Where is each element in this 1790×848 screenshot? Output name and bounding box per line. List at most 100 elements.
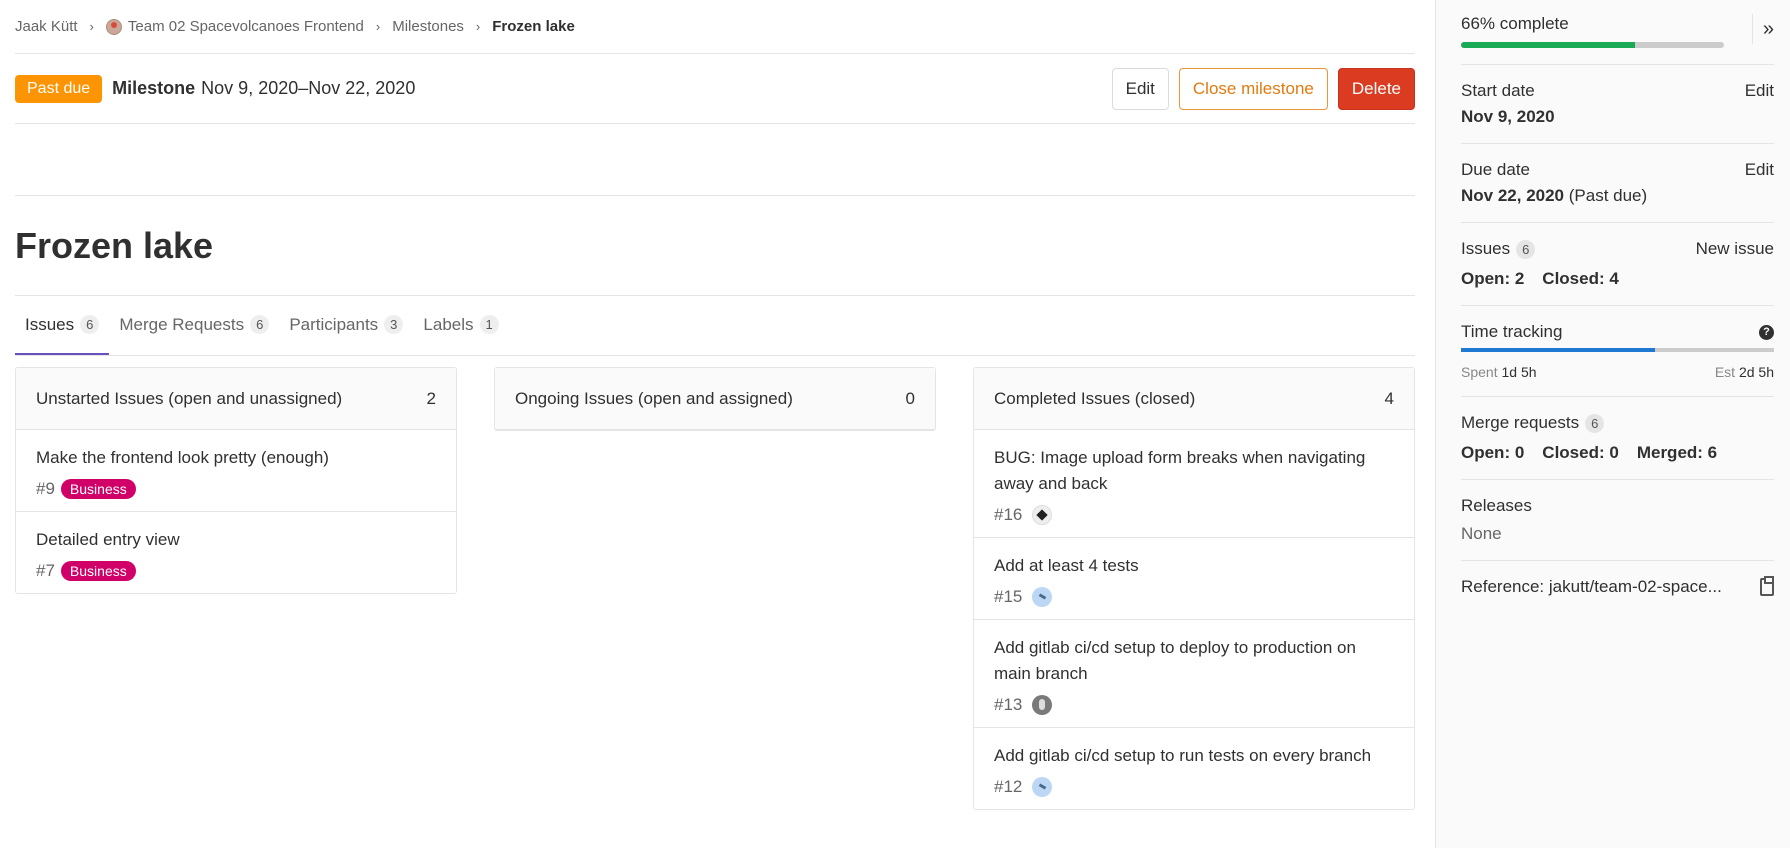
breadcrumb-user[interactable]: Jaak Kütt xyxy=(15,18,78,35)
start-date-label: Start date xyxy=(1461,81,1535,100)
right-sidebar: 66% complete » Start date Edit Nov 9, 20… xyxy=(1435,0,1790,848)
board-completed: Completed Issues (closed) 4 BUG: Image u… xyxy=(973,367,1415,810)
tab-merge-requests[interactable]: Merge Requests 6 xyxy=(109,296,279,355)
issue-item: Make the frontend look pretty (enough) #… xyxy=(16,430,456,512)
tab-count: 6 xyxy=(80,315,100,334)
assignee-avatar[interactable] xyxy=(1032,777,1053,797)
issues-closed[interactable]: Closed: 4 xyxy=(1542,269,1619,289)
assignee-avatar[interactable] xyxy=(1032,505,1053,525)
start-date-block: Start date Edit Nov 9, 2020 xyxy=(1461,65,1774,144)
time-tracking-bar xyxy=(1461,348,1774,352)
breadcrumb-milestones[interactable]: Milestones xyxy=(392,18,464,35)
issue-meta: #7 Business xyxy=(36,561,436,581)
tab-count: 1 xyxy=(479,315,499,334)
status-badge: Past due xyxy=(15,74,103,103)
issue-item: Add gitlab ci/cd setup to run tests on e… xyxy=(974,728,1414,809)
issue-label[interactable]: Business xyxy=(60,479,136,499)
issue-title[interactable]: BUG: Image upload form breaks when navig… xyxy=(994,448,1365,493)
progress-label: 66% complete xyxy=(1461,14,1569,33)
issue-meta: #12 xyxy=(994,777,1394,797)
mr-merged[interactable]: Merged: 6 xyxy=(1637,443,1717,463)
tab-label: Participants xyxy=(289,314,379,334)
breadcrumb: Jaak Kütt › Team 02 Spacevolcanoes Front… xyxy=(15,0,1415,54)
start-date-value: Nov 9, 2020 xyxy=(1461,107,1555,126)
edit-start-date-link[interactable]: Edit xyxy=(1745,81,1774,101)
milestone-label: Milestone xyxy=(112,78,196,98)
title-row: Frozen lake xyxy=(15,196,1415,296)
releases-block: Releases None xyxy=(1461,480,1774,561)
time-tracking-fill xyxy=(1461,348,1656,352)
tab-label: Issues xyxy=(25,314,75,334)
issue-title[interactable]: Detailed entry view xyxy=(36,530,180,549)
issue-ref: #7 xyxy=(36,561,55,580)
issue-item: Detailed entry view #7 Business xyxy=(16,512,456,593)
issue-ref: #12 xyxy=(994,777,1023,796)
time-tracking-block: Time tracking ? Spent 1d 5h Est 2d 5h xyxy=(1461,306,1774,397)
merge-requests-count: 6 xyxy=(1585,413,1605,433)
board-title: Completed Issues (closed) xyxy=(994,388,1196,408)
time-spent-value: 1d 5h xyxy=(1501,364,1537,380)
collapse-sidebar-icon[interactable]: » xyxy=(1751,14,1774,44)
due-date-label: Due date xyxy=(1461,160,1530,179)
releases-label: Releases xyxy=(1461,496,1532,515)
edit-due-date-link[interactable]: Edit xyxy=(1745,160,1774,180)
reference-text: Reference: jakutt/team-02-space... xyxy=(1461,577,1722,596)
edit-button[interactable]: Edit xyxy=(1111,67,1169,110)
time-tracking-label: Time tracking xyxy=(1461,322,1563,341)
close-milestone-button[interactable]: Close milestone xyxy=(1178,67,1328,110)
tab-label: Labels xyxy=(423,314,474,334)
issue-meta: #15 xyxy=(994,587,1394,607)
issue-label[interactable]: Business xyxy=(60,561,136,581)
releases-value: None xyxy=(1461,524,1502,543)
board-ongoing: Ongoing Issues (open and assigned) 0 xyxy=(494,367,936,431)
board-header: Ongoing Issues (open and assigned) 0 xyxy=(495,368,935,430)
copy-clipboard-icon[interactable] xyxy=(1760,576,1774,596)
issue-item: Add gitlab ci/cd setup to deploy to prod… xyxy=(974,620,1414,728)
assignee-avatar[interactable] xyxy=(1032,587,1053,607)
milestone-dates: Nov 9, 2020–Nov 22, 2020 xyxy=(201,78,416,98)
header-actions: Edit Close milestone Delete xyxy=(1111,67,1415,110)
issue-meta: #13 xyxy=(994,695,1394,715)
issues-open[interactable]: Open: 2 xyxy=(1461,269,1524,289)
issue-title[interactable]: Add gitlab ci/cd setup to run tests on e… xyxy=(994,746,1371,765)
breadcrumb-project[interactable]: Team 02 Spacevolcanoes Frontend xyxy=(128,18,364,35)
board-header: Unstarted Issues (open and unassigned) 2 xyxy=(16,368,456,430)
due-date-note: (Past due) xyxy=(1568,186,1648,205)
issues-block: Issues 6 New issue Open: 2 Closed: 4 xyxy=(1461,223,1774,306)
delete-button[interactable]: Delete xyxy=(1337,67,1415,110)
chevron-right-icon: › xyxy=(89,19,94,34)
merge-requests-block: Merge requests 6 Open: 0 Closed: 0 Merge… xyxy=(1461,397,1774,480)
issue-title[interactable]: Make the frontend look pretty (enough) xyxy=(36,448,329,467)
tab-count: 6 xyxy=(250,315,270,334)
issue-ref: #9 xyxy=(36,479,55,498)
progress-bar xyxy=(1461,42,1724,48)
board-title: Unstarted Issues (open and unassigned) xyxy=(36,388,343,408)
issues-count: 6 xyxy=(1516,239,1536,259)
time-estimate: Est 2d 5h xyxy=(1715,364,1774,380)
due-date-value: Nov 22, 2020 xyxy=(1461,186,1565,205)
chevron-right-icon: › xyxy=(375,19,381,34)
help-icon[interactable]: ? xyxy=(1759,324,1774,340)
breadcrumb-current[interactable]: Frozen lake xyxy=(492,18,575,35)
mr-closed[interactable]: Closed: 0 xyxy=(1542,443,1619,463)
tab-labels[interactable]: Labels 1 xyxy=(413,296,508,355)
issue-ref: #13 xyxy=(994,695,1023,714)
time-spent: Spent 1d 5h xyxy=(1461,364,1537,380)
time-spent-label: Spent xyxy=(1461,364,1498,380)
issue-title[interactable]: Add gitlab ci/cd setup to deploy to prod… xyxy=(994,638,1356,683)
page-title: Frozen lake xyxy=(15,224,214,266)
chevron-right-icon: › xyxy=(475,19,481,34)
tab-participants[interactable]: Participants 3 xyxy=(279,296,413,355)
issue-title[interactable]: Add at least 4 tests xyxy=(994,556,1139,575)
board-header: Completed Issues (closed) 4 xyxy=(974,368,1414,430)
assignee-avatar[interactable] xyxy=(1032,695,1053,715)
tab-count: 3 xyxy=(384,315,404,334)
issues-label: Issues xyxy=(1461,239,1511,258)
merge-requests-label: Merge requests xyxy=(1461,413,1580,432)
reference-block: Reference: jakutt/team-02-space... xyxy=(1461,561,1774,613)
board-count: 2 xyxy=(426,388,436,408)
mr-open[interactable]: Open: 0 xyxy=(1461,443,1524,463)
new-issue-link[interactable]: New issue xyxy=(1696,239,1774,259)
tab-issues[interactable]: Issues 6 xyxy=(15,296,110,355)
main-content: Jaak Kütt › Team 02 Spacevolcanoes Front… xyxy=(15,0,1415,848)
